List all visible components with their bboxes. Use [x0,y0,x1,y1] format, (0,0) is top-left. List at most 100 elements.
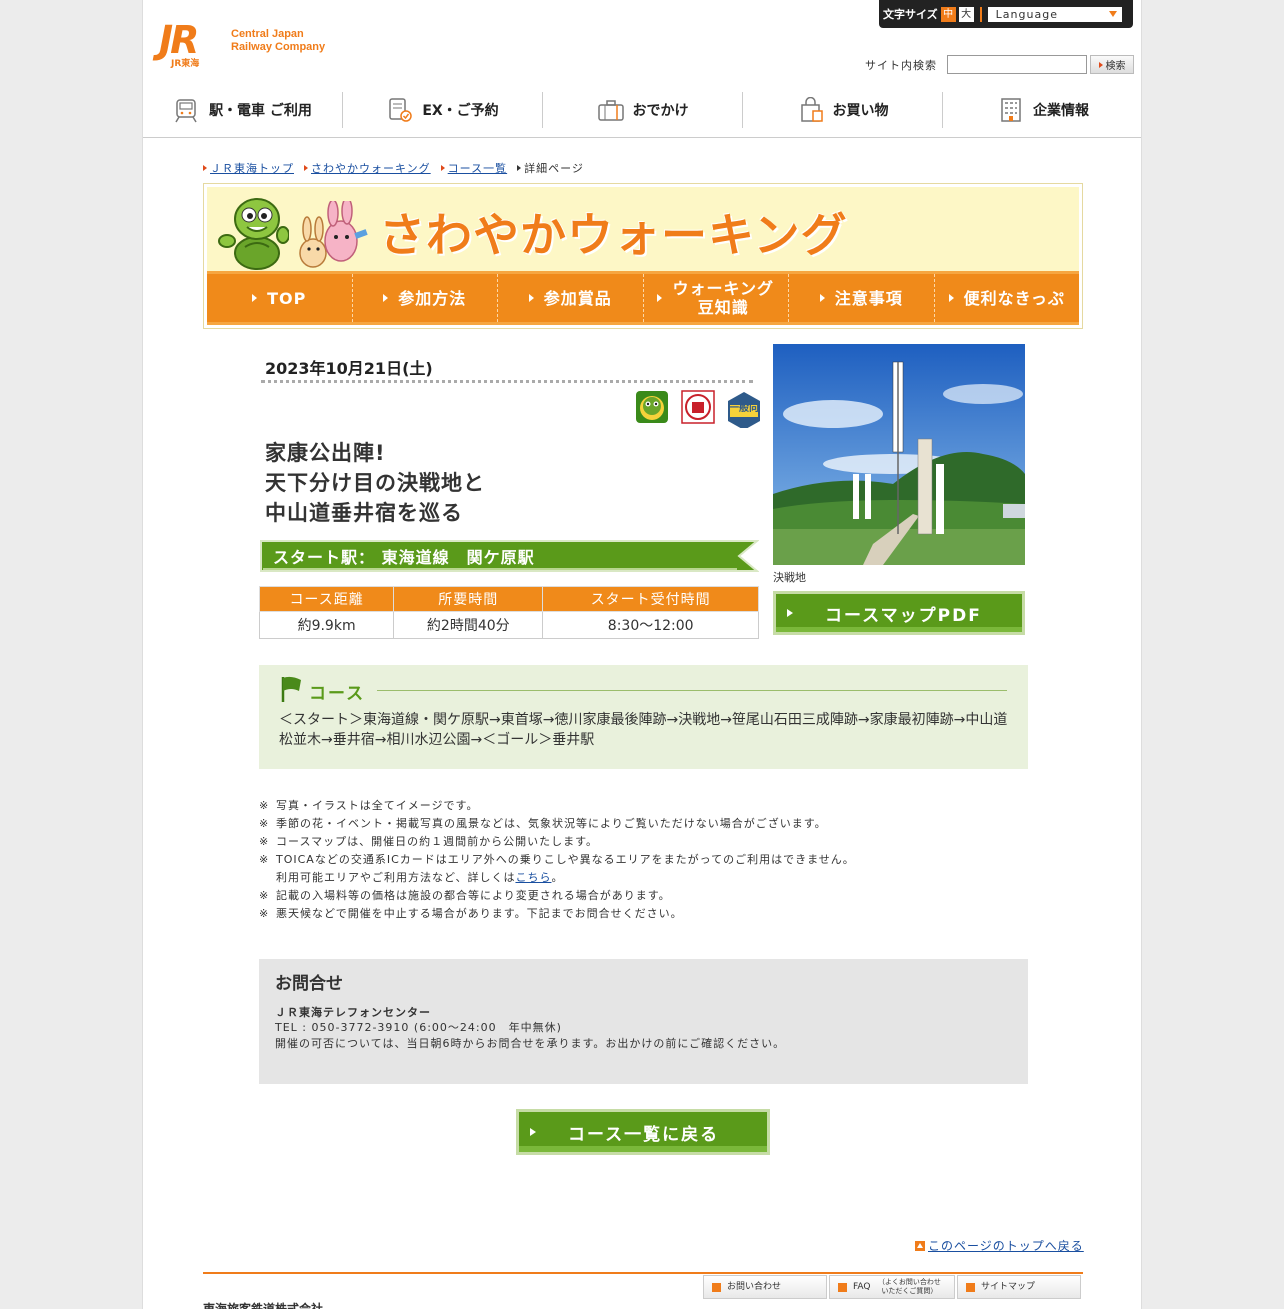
note-sub-suffix: 。 [551,871,564,884]
subnav-how-to-join-line1: 参加方法 [398,288,467,308]
font-size-bar: 文字サイズ 中 大 Language [879,0,1133,28]
shopping-bag-icon [800,97,823,122]
note-mark: ※ [259,799,270,812]
note-sub-prefix: 利用可能エリアやご利用方法など、詳しくは [276,871,516,884]
search-input[interactable] [947,55,1087,74]
note-mark: ※ [259,907,270,920]
general-badge-label: 一般向 [729,403,759,414]
logo-text-line2: Railway Company [231,41,326,53]
note-mark: ※ [259,853,270,866]
gnav-item-shopping[interactable]: お買い物 [743,92,943,128]
note-text: 悪天候などで開催を中止する場合があります。下記までお問合せください。 [276,907,683,920]
course-title-line3: 中山道垂井宿を巡る [265,501,463,525]
breadcrumb-link-walking[interactable]: さわやかウォーキング [311,160,431,176]
language-select[interactable]: Language [987,6,1122,22]
general-badge: 一般向 [727,390,761,428]
start-station-text: スタート駅： 東海道線 関ケ原駅 [273,548,535,567]
gnav-item-outing[interactable]: おでかけ [543,92,743,128]
breadcrumb-item-course-list: コース一覧 [440,160,507,176]
jr-central-logo[interactable]: JR JR東海 Central Japan Railway Company [159,21,326,69]
footer-link-contact[interactable]: お問い合わせ [703,1275,827,1299]
subnav-top[interactable]: TOP [207,274,353,322]
note-mark: ※ [259,835,270,848]
value-duration: 約2時間40分 [393,611,544,639]
contact-tel: TEL : 050-3772-3910 (6:00～24:00 年中無休) [275,1021,562,1034]
jr-logo-mark: JR JR東海 [159,21,221,69]
font-size-large-button[interactable]: 大 [958,6,974,22]
footer-link-sitemap-label: サイトマップ [981,1281,1036,1292]
course-info-header-row: コース距離 所要時間 スタート受付時間 [258,586,759,612]
footer-divider [203,1272,1083,1274]
rabbit-mascot-icon [299,201,368,268]
to-top-link[interactable]: このページのトップへ戻る [928,1237,1084,1254]
course-title-line1: 家康公出陣! [265,441,386,465]
note-text: 写真・イラストは全てイメージです。 [276,799,479,812]
note-text: 記載の入場料等の価格は施設の都合等により変更される場合があります。 [276,889,671,902]
gnav-item-reservation[interactable]: EX・ご予約 [343,92,543,128]
arrow-right-icon [838,1282,847,1292]
note-item: ※ 記載の入場料等の価格は施設の都合等により変更される場合があります。 [259,887,855,905]
footer-links: お問い合わせ FAQ （よくお問い合わせ いただくご質問） サイトマップ [703,1275,1083,1299]
course-title-line2: 天下分け目の決戦地と [265,471,485,495]
notes-list: ※ 写真・イラストは全てイメージです。 ※ 季節の花・イベント・掲載写真の風景などは… [259,797,855,923]
course-info-table: コース距離 所要時間 スタート受付時間 約9.9km 約2時間40分 8:30〜… [258,586,759,639]
font-size-medium-button[interactable]: 中 [940,6,956,22]
note-indent [259,869,276,887]
subnav-notes-label: 注意事項 [835,289,903,308]
subnav-notes[interactable]: 注意事項 [789,274,935,322]
banner-title: さわやかウォーキング [379,208,848,262]
walking-subnav: TOP 参加方法 参加賞品 ウォーキング 豆知識 注意事項 便利なきっぷ [207,271,1079,325]
footer-link-sitemap[interactable]: サイトマップ [957,1275,1081,1299]
subnav-prizes[interactable]: 参加賞品 [498,274,644,322]
stamp-badge-icon [681,390,715,424]
back-button-label: コース一覧に戻る [568,1125,720,1145]
arrow-right-icon [304,165,308,171]
subnav-top-line1: TOP [267,288,307,308]
value-reception: 8:30〜12:00 [542,611,759,639]
subnav-tickets[interactable]: 便利なきっぷ [935,274,1080,322]
building-icon [1001,98,1021,122]
course-heading-rule [377,690,1007,691]
note-item: ※ TOICAなどの交通系ICカードはエリア外への乗りこしや異なるエリアをまたがっ… [259,851,855,869]
gnav-item-station[interactable]: 駅・電車 ご利用 [143,92,343,128]
subnav-walking-tips[interactable]: ウォーキング 豆知識 [644,274,789,322]
ic-card-details-link[interactable]: こちら [515,871,551,884]
gnav-item-corporate[interactable]: 企業情報 [943,92,1141,128]
breadcrumb: ＪＲ東海トップ さわやかウォーキング コース一覧 詳細ページ [203,160,594,176]
font-size-label: 文字サイズ [883,8,938,21]
subnav-how-to-join[interactable]: 参加方法 [353,274,498,322]
subnav-prizes-label: 参加賞品 [544,289,612,308]
header-duration: 所要時間 [393,586,544,612]
mascot-badge-icon [636,391,668,423]
arrow-right-icon [517,165,522,171]
event-date: 2023年10月21日(土) [265,359,433,378]
arrow-up-icon [915,1240,925,1251]
header-distance: コース距離 [258,586,395,612]
breadcrumb-item-jr-top: ＪＲ東海トップ [203,160,294,176]
contact-title: お問合せ [275,974,343,994]
breadcrumb-link-jr-top[interactable]: ＪＲ東海トップ [210,160,294,176]
banner-header[interactable]: さわやかウォーキング [207,187,1079,271]
footer-link-faq[interactable]: FAQ （よくお問い合わせ いただくご質問） [829,1275,955,1299]
gnav-label-corporate: 企業情報 [1033,103,1089,119]
back-to-course-list-button[interactable]: コース一覧に戻る [516,1109,770,1155]
footer-link-contact-label: お問い合わせ [727,1281,782,1292]
subnav-prizes-line1: 参加賞品 [543,288,612,308]
arrow-right-icon [657,294,663,302]
language-select-label: Language [995,7,1058,21]
subnav-walking-tips-label: ウォーキング 豆知識 [672,279,774,317]
course-map-pdf-button[interactable]: コースマップPDF [773,591,1025,635]
note-item: ※ 悪天候などで開催を中止する場合があります。下記までお問合せください。 [259,905,855,923]
suitcase-icon [597,100,624,121]
arrow-right-icon [966,1282,975,1292]
footer-link-faq-sub: （よくお問い合わせ いただくご質問） [877,1278,941,1295]
value-distance: 約9.9km [258,611,395,639]
breadcrumb-current: 詳細ページ [524,162,584,175]
subnav-walking-tips-line1: ウォーキング [672,279,775,298]
arrow-right-icon [528,294,534,302]
search-button-label: 検索 [1105,61,1126,72]
search-button[interactable]: 検索 [1090,55,1134,74]
breadcrumb-link-course-list[interactable]: コース一覧 [448,160,507,176]
page: JR JR東海 Central Japan Railway Company 文字… [142,0,1142,1309]
contact-box: お問合せ ＪＲ東海テレフォンセンター TEL : 050-3772-3910 (… [259,959,1028,1084]
